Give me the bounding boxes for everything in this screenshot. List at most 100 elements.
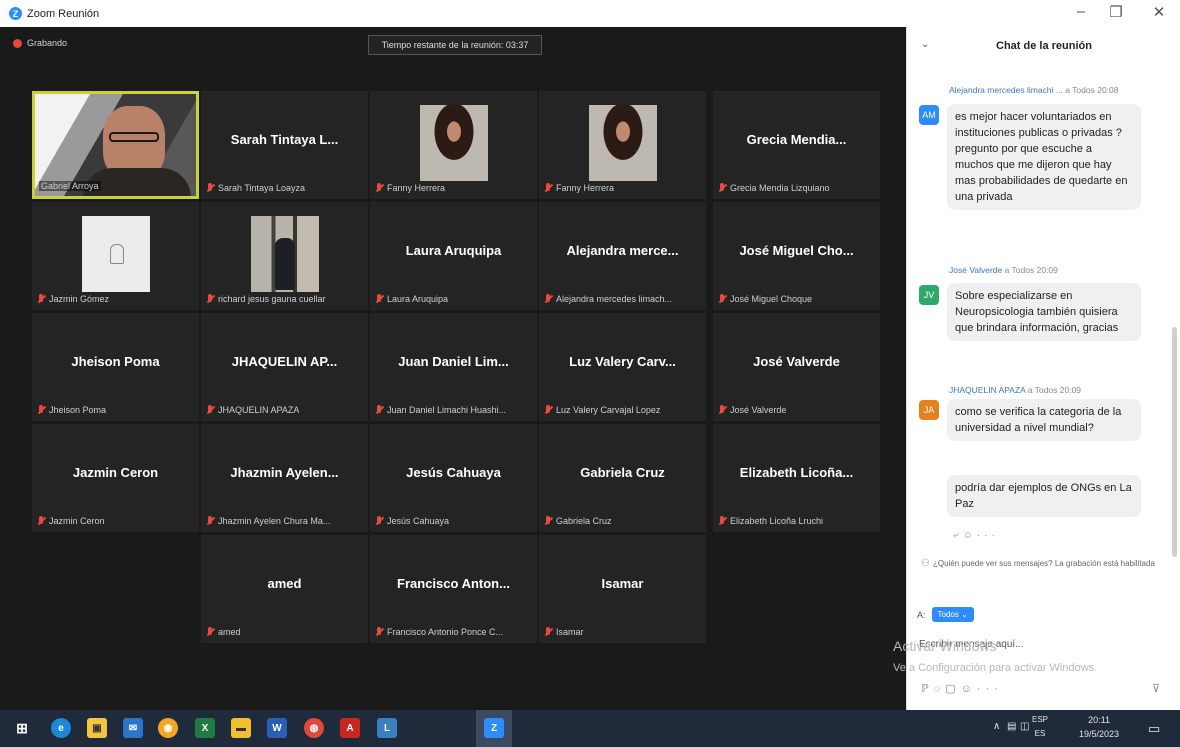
recipient-dropdown[interactable]: Todos ⌄ (931, 607, 974, 622)
participant-tile[interactable]: richard jesus gauna cuellar (201, 202, 368, 310)
recording-indicator[interactable]: Grabando (13, 38, 67, 48)
participant-name-label: José Valverde (718, 405, 786, 415)
participant-name: Jesús Cahuaya (387, 516, 450, 526)
acrobat-icon[interactable]: A (340, 718, 360, 738)
participant-name-label: richard jesus gauna cuellar (206, 294, 326, 304)
participant-name: amed (218, 627, 241, 637)
participant-tile[interactable]: José Valverde José Valverde (713, 313, 880, 421)
file-icon[interactable]: ▢ (945, 683, 960, 695)
message-bubble[interactable]: como se verifica la categoria de la univ… (947, 399, 1141, 441)
send-icon[interactable]: ⊽ (1152, 682, 1160, 695)
participant-tile[interactable]: Jhazmin Ayelen... Jhazmin Ayelen Chura Ma… (201, 424, 368, 532)
participant-name-label: Isamar (544, 627, 584, 637)
muted-mic-icon (206, 516, 215, 526)
muted-mic-icon (375, 627, 384, 637)
participant-tile[interactable]: JHAQUELIN AP... JHAQUELIN APAZA (201, 313, 368, 421)
participant-tile[interactable]: Jheison Poma Jheison Poma (32, 313, 199, 421)
word-icon[interactable]: W (267, 718, 287, 738)
participant-tile[interactable]: Fanny Herrera (370, 91, 537, 199)
participant-display-name: Jhazmin Ayelen... (230, 465, 339, 480)
participant-tile[interactable]: Fanny Herrera (539, 91, 706, 199)
participant-name: Luz Valery Carvajal Lopez (556, 405, 661, 415)
participant-tile[interactable]: Luz Valery Carv... Luz Valery Carvajal Lo… (539, 313, 706, 421)
participant-tile[interactable]: Grecia Mendia... Grecia Mendia Lizquiano (713, 91, 880, 199)
participant-tile[interactable]: Elizabeth Licoña... Elizabeth Licoña Lruc… (713, 424, 880, 532)
message-sender: JHAQUELIN APAZA a Todos 20:09 (949, 385, 1082, 395)
zoom-logo-icon: Z (9, 7, 22, 20)
chevron-up-icon[interactable]: ∧ (993, 721, 1000, 732)
volume-icon[interactable]: ◫ (1020, 721, 1029, 732)
participant-name: José Miguel Choque (730, 294, 813, 304)
participant-name-label: Grecia Mendia Lizquiano (718, 183, 830, 193)
chrome-icon[interactable]: ◍ (304, 718, 324, 738)
teams-icon[interactable]: L (377, 718, 397, 738)
screenshot-icon[interactable]: ◌ (934, 683, 946, 695)
chat-title: Chat de la reunión (996, 40, 1092, 52)
language-indicator[interactable]: ESP ES (1032, 713, 1048, 741)
excel-icon[interactable]: X (195, 718, 215, 738)
participant-name-label: José Miguel Choque (718, 294, 812, 304)
participant-tile[interactable]: Sarah Tintaya L... Sarah Tintaya Loayza (201, 91, 368, 199)
zoom-taskbar-icon[interactable]: Z (484, 718, 504, 738)
message-bubble[interactable]: podría dar ejemplos de ONGs en La Paz (947, 475, 1141, 517)
mail-icon[interactable]: ✉ (123, 718, 143, 738)
participant-name-label: Fanny Herrera (544, 183, 614, 193)
message-bubble[interactable]: es mejor hacer voluntariados en instituc… (947, 104, 1141, 210)
edge-icon[interactable]: e (51, 718, 71, 738)
muted-mic-icon (375, 516, 384, 526)
muted-mic-icon (544, 294, 553, 304)
close-button[interactable]: ✕ (1147, 3, 1171, 21)
participant-name-label: Laura Aruquipa (375, 294, 448, 304)
profile-picture (588, 105, 657, 181)
participant-tile[interactable]: Gabriel Arroya (32, 91, 199, 199)
taskbar-clock[interactable]: 20:11 19/5/2023 (1079, 713, 1119, 741)
chat-scrollbar[interactable] (1172, 327, 1177, 557)
message-reactions[interactable]: ⤶☺··· (953, 530, 999, 541)
participant-tile[interactable]: amed amed (201, 535, 368, 643)
participant-tile[interactable]: Jazmin Gómez (32, 202, 199, 310)
windows-start-icon[interactable]: ⊞ (12, 718, 32, 738)
participant-name-label: Francisco Antonio Ponce C... (375, 627, 503, 637)
participant-name: Elizabeth Licoña Lruchi (730, 516, 824, 526)
muted-mic-icon (375, 405, 384, 415)
participant-name: Gabriela Cruz (556, 516, 612, 526)
emoji-icon[interactable]: ☺ (963, 530, 977, 541)
privacy-notice: ⚇ ¿Quién puede ver sus mensajes? La grab… (921, 558, 1155, 569)
maximize-button[interactable]: ❐ (1104, 3, 1128, 21)
participant-tile[interactable]: Francisco Anton... Francisco Antonio Ponc… (370, 535, 537, 643)
participant-tile[interactable]: Alejandra merce... Alejandra mercedes lim… (539, 202, 706, 310)
people-icon: ⚇ (921, 558, 930, 569)
format-icon[interactable]: ℙ (921, 683, 934, 695)
participant-name: Jheison Poma (49, 405, 107, 415)
more-icon[interactable]: ··· (977, 530, 999, 541)
avatar: JA (919, 400, 939, 420)
store-icon[interactable]: ▣ (87, 718, 107, 738)
title-bar: Z Zoom Reunión – ❐ ✕ (0, 0, 1180, 27)
participant-tile[interactable]: Gabriela Cruz Gabriela Cruz (539, 424, 706, 532)
participant-tile[interactable]: Isamar Isamar (539, 535, 706, 643)
to-label: A: (917, 609, 926, 620)
participant-tile[interactable]: Laura Aruquipa Laura Aruquipa (370, 202, 537, 310)
participant-tile[interactable]: Jazmin Ceron Jazmin Ceron (32, 424, 199, 532)
participant-name: JHAQUELIN APAZA (218, 405, 300, 415)
reply-icon[interactable]: ⤶ (953, 530, 963, 541)
participant-name-label: Gabriela Cruz (544, 516, 612, 526)
chevron-down-icon[interactable]: ⌄ (921, 39, 929, 50)
participant-tile[interactable]: Jesús Cahuaya Jesús Cahuaya (370, 424, 537, 532)
message-bubble[interactable]: Sobre especializarse en Neuropsicologia … (947, 283, 1141, 341)
chrome-alt-icon[interactable]: ◉ (158, 718, 178, 738)
emoji-picker-icon[interactable]: ☺ (961, 683, 977, 695)
network-icon[interactable]: ▤ (1007, 721, 1016, 732)
avatar: AM (919, 105, 939, 125)
participant-name: Francisco Antonio Ponce C... (387, 627, 504, 637)
muted-mic-icon (544, 627, 553, 637)
more-icon[interactable]: ··· (977, 683, 1003, 695)
participant-display-name: Laura Aruquipa (405, 243, 502, 258)
participant-tile[interactable]: José Miguel Cho... José Miguel Choque (713, 202, 880, 310)
file-explorer-icon[interactable]: ▬ (231, 718, 251, 738)
avatar: JV (919, 285, 939, 305)
participant-name: Grecia Mendia Lizquiano (730, 183, 830, 193)
participant-tile[interactable]: Juan Daniel Lim... Juan Daniel Limachi Hu… (370, 313, 537, 421)
minimize-button[interactable]: – (1069, 3, 1093, 20)
notifications-icon[interactable]: ▭ (1148, 721, 1160, 737)
